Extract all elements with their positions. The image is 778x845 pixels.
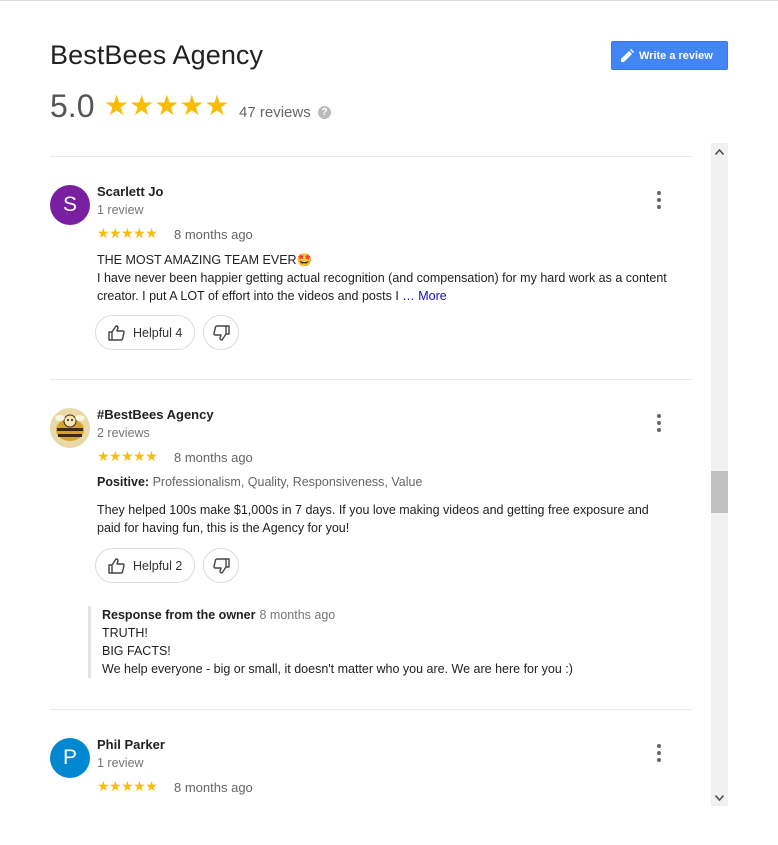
help-icon[interactable]: ? [318,106,331,119]
write-review-button[interactable]: Write a review [611,41,728,70]
review-stars: ★★★★★ [97,448,158,464]
thumbs-down-icon [212,557,230,574]
more-options-icon[interactable] [652,744,666,762]
review-text-line: creator. I put A LOT of effort into the … [97,289,399,303]
owner-response-line: TRUTH! [102,626,148,640]
avatar[interactable]: P [50,738,90,778]
review-text-line: THE MOST AMAZING TEAM EVER🤩 [97,253,313,267]
review-count[interactable]: 47 reviews [239,104,311,121]
thumbs-down-icon [212,324,230,341]
scrollbar-thumb[interactable] [711,471,728,513]
owner-response: Response from the owner 8 months ago TRUT… [88,606,573,678]
more-options-icon[interactable] [652,414,666,432]
write-review-label: Write a review [639,49,713,62]
review-text-line: I have never been happier getting actual… [97,271,667,285]
helpful-button[interactable]: Helpful 2 [95,548,195,583]
pencil-icon [621,48,634,62]
owner-response-label: Response from the owner [102,608,256,622]
scroll-down-icon[interactable] [711,789,728,806]
divider [50,379,692,380]
review-text: They helped 100s make $1,000s in 7 days.… [97,501,692,537]
thumbs-up-icon [108,557,125,574]
scrollbar[interactable] [711,143,728,806]
bee-logo-icon [50,408,90,448]
review-author[interactable]: Phil Parker [97,737,165,752]
scroll-up-icon[interactable] [711,143,728,160]
ellipsis: … [398,289,419,303]
avatar[interactable]: S [50,185,90,225]
divider [50,156,692,157]
review-author-meta: 1 review [97,756,144,770]
review-author-meta: 1 review [97,203,144,217]
review-date: 8 months ago [174,780,253,795]
review-date: 8 months ago [174,450,253,465]
avatar[interactable] [50,408,90,448]
more-options-icon[interactable] [652,191,666,209]
divider [50,709,692,710]
more-link[interactable]: More [418,289,446,303]
positive-values: Professionalism, Quality, Responsiveness… [152,475,423,489]
top-divider [0,0,778,1]
helpful-label: Helpful 4 [133,325,183,340]
review-date: 8 months ago [174,227,253,242]
overall-rating: 5.0 [50,88,95,124]
review-author-meta: 2 reviews [97,426,150,440]
business-name: BestBees Agency [50,40,264,70]
positive-label: Positive: [97,475,150,489]
overall-stars: ★★★★★ [104,90,230,121]
review-stars: ★★★★★ [97,225,158,241]
owner-response-line: BIG FACTS! [102,644,171,658]
review-text-line: They helped 100s make $1,000s in 7 days.… [97,503,649,517]
review-stars: ★★★★★ [97,778,158,794]
owner-response-line: We help everyone - big or small, it does… [102,662,573,676]
positive-attributes: Positive: Professionalism, Quality, Resp… [97,475,422,489]
helpful-label: Helpful 2 [133,558,183,573]
owner-response-date: 8 months ago [259,608,336,622]
not-helpful-button[interactable] [203,548,239,583]
helpful-button[interactable]: Helpful 4 [95,315,195,350]
review-text-line: paid for having fun, this is the Agency … [97,521,350,535]
review-text: THE MOST AMAZING TEAM EVER🤩 I have never… [97,251,692,305]
review-author[interactable]: Scarlett Jo [97,184,163,199]
review-author[interactable]: #BestBees Agency [97,407,214,422]
not-helpful-button[interactable] [203,315,239,350]
thumbs-up-icon [108,324,125,341]
